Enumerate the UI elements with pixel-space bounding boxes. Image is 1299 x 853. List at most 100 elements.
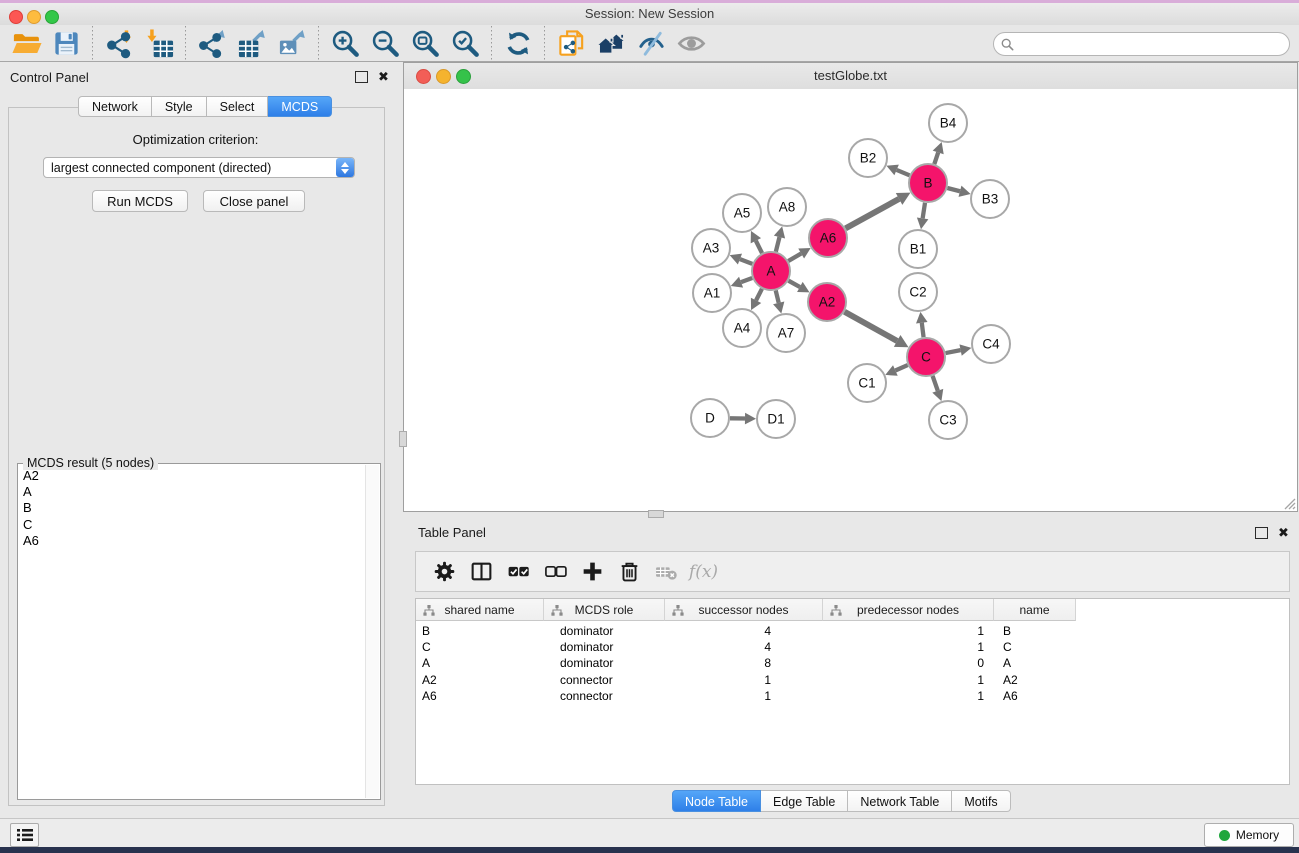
tab-select[interactable]: Select xyxy=(207,96,269,117)
show-panels-list-button[interactable] xyxy=(10,823,39,847)
export-image-button[interactable] xyxy=(272,26,312,60)
column-header-predecessor-nodes[interactable]: predecessor nodes xyxy=(823,599,994,621)
graph-edge-A-A3[interactable] xyxy=(740,259,752,264)
graph-node-B[interactable]: B xyxy=(909,164,947,202)
graph-edge-B-B3[interactable] xyxy=(947,188,960,191)
graph-node-D1[interactable]: D1 xyxy=(757,400,795,438)
graph-node-B3[interactable]: B3 xyxy=(971,180,1009,218)
table-row-A2[interactable]: A2connector11A2 xyxy=(416,673,1076,689)
left-divider-handle[interactable] xyxy=(399,431,407,447)
graph-edge-A-A4[interactable] xyxy=(756,289,762,301)
graph-edge-C-C1[interactable] xyxy=(895,365,907,370)
select-all-checkboxes-button[interactable] xyxy=(500,556,537,588)
zoom-out-button[interactable] xyxy=(365,26,405,60)
tab-motifs[interactable]: Motifs xyxy=(952,790,1010,812)
open-session-button[interactable] xyxy=(6,26,46,60)
result-item[interactable]: B xyxy=(19,500,366,516)
graph-node-A6[interactable]: A6 xyxy=(809,219,847,257)
table-row-A6[interactable]: A6connector11A6 xyxy=(416,689,1076,705)
network-canvas[interactable]: B4 B2 B B3 A8 A5 A6 A3 B1 A A1 C2 A2 xyxy=(404,89,1297,511)
graph-edge-A-A6[interactable] xyxy=(788,254,801,261)
graph-edge-A-A7[interactable] xyxy=(776,290,779,302)
show-all-button[interactable] xyxy=(671,26,711,60)
hide-selected-button[interactable] xyxy=(631,26,671,60)
close-panel-button[interactable]: Close panel xyxy=(203,190,305,212)
tab-mcds[interactable]: MCDS xyxy=(268,96,332,117)
close-table-panel-icon[interactable]: ✖ xyxy=(1278,528,1289,538)
column-header-shared-name[interactable]: shared name xyxy=(416,599,544,621)
graph-node-A[interactable]: A xyxy=(752,252,790,290)
export-network-button[interactable] xyxy=(192,26,232,60)
table-row-A[interactable]: Adominator80A xyxy=(416,656,1076,672)
graph-edge-C-C4[interactable] xyxy=(946,350,961,353)
zoom-in-button[interactable] xyxy=(325,26,365,60)
graph-node-D[interactable]: D xyxy=(691,399,729,437)
graph-node-C3[interactable]: C3 xyxy=(929,401,967,439)
graph-node-A7[interactable]: A7 xyxy=(767,314,805,352)
graph-edge-B-B2[interactable] xyxy=(897,170,910,175)
optimization-criterion-dropdown[interactable]: largest connected component (directed) xyxy=(43,157,355,178)
graph-node-C2[interactable]: C2 xyxy=(899,273,937,311)
search-input[interactable] xyxy=(1014,35,1289,53)
function-builder-button[interactable]: f(x) xyxy=(685,556,722,588)
first-neighbors-button[interactable] xyxy=(591,26,631,60)
result-item[interactable]: A6 xyxy=(19,533,366,549)
table-row-C[interactable]: Cdominator41C xyxy=(416,640,1076,656)
graph-node-C[interactable]: C xyxy=(907,338,945,376)
graph-edge-A-A8[interactable] xyxy=(776,237,780,252)
column-header-successor-nodes[interactable]: successor nodes xyxy=(665,599,823,621)
graph-edge-A-A5[interactable] xyxy=(756,241,762,253)
graph-node-A8[interactable]: A8 xyxy=(768,188,806,226)
tab-edge-table[interactable]: Edge Table xyxy=(761,790,848,812)
close-panel-icon[interactable]: ✖ xyxy=(378,72,389,82)
float-panel-icon[interactable] xyxy=(355,71,368,83)
export-table-button[interactable] xyxy=(232,26,272,60)
graph-node-C1[interactable]: C1 xyxy=(848,364,886,402)
zoom-fit-button[interactable] xyxy=(405,26,445,60)
result-item[interactable]: C xyxy=(19,517,366,533)
graph-node-B4[interactable]: B4 xyxy=(929,104,967,142)
column-header-MCDS-role[interactable]: MCDS role xyxy=(544,599,665,621)
graph-node-A3[interactable]: A3 xyxy=(692,229,730,267)
tab-style[interactable]: Style xyxy=(152,96,207,117)
graph-edge-B-B4[interactable] xyxy=(934,152,938,164)
tab-network[interactable]: Network xyxy=(78,96,152,117)
tab-network-table[interactable]: Network Table xyxy=(848,790,952,812)
graph-node-A4[interactable]: A4 xyxy=(723,309,761,347)
graph-edge-A2-C[interactable] xyxy=(844,312,897,341)
search-field[interactable] xyxy=(993,32,1290,56)
graph-node-A1[interactable]: A1 xyxy=(693,274,731,312)
settings-gear-button[interactable] xyxy=(426,556,463,588)
result-item[interactable]: A xyxy=(19,484,366,500)
delete-table-button[interactable] xyxy=(648,556,685,588)
column-layout-button[interactable] xyxy=(463,556,500,588)
graph-node-B2[interactable]: B2 xyxy=(849,139,887,177)
bottom-divider-handle[interactable] xyxy=(648,510,664,518)
save-session-button[interactable] xyxy=(46,26,86,60)
graph-node-A2[interactable]: A2 xyxy=(808,283,846,321)
graph-node-C4[interactable]: C4 xyxy=(972,325,1010,363)
graph-edge-A-A1[interactable] xyxy=(741,278,752,282)
float-table-panel-icon[interactable] xyxy=(1255,527,1268,539)
refresh-layout-button[interactable] xyxy=(498,26,538,60)
column-header-name[interactable]: name xyxy=(994,599,1076,621)
add-column-button[interactable] xyxy=(574,556,611,588)
import-table-button[interactable] xyxy=(139,26,179,60)
delete-column-button[interactable] xyxy=(611,556,648,588)
window-resize-grip[interactable] xyxy=(1282,496,1296,510)
graph-node-A5[interactable]: A5 xyxy=(723,194,761,232)
graph-node-B1[interactable]: B1 xyxy=(899,230,937,268)
memory-button[interactable]: Memory xyxy=(1204,823,1294,847)
graph-edge-A-A2[interactable] xyxy=(788,281,799,287)
run-mcds-button[interactable]: Run MCDS xyxy=(92,190,188,212)
new-network-from-selection-button[interactable] xyxy=(551,26,591,60)
deselect-all-checkboxes-button[interactable] xyxy=(537,556,574,588)
graph-edge-C-C3[interactable] xyxy=(933,376,938,391)
graph-edge-A6-B[interactable] xyxy=(846,199,900,228)
tab-node-table[interactable]: Node Table xyxy=(672,790,761,812)
graph-edge-C-C2[interactable] xyxy=(922,323,924,337)
import-network-button[interactable] xyxy=(99,26,139,60)
table-row-B[interactable]: Bdominator41B xyxy=(416,624,1076,640)
result-list-scrollbar[interactable] xyxy=(365,465,379,798)
graph-edge-B-B1[interactable] xyxy=(923,203,925,219)
